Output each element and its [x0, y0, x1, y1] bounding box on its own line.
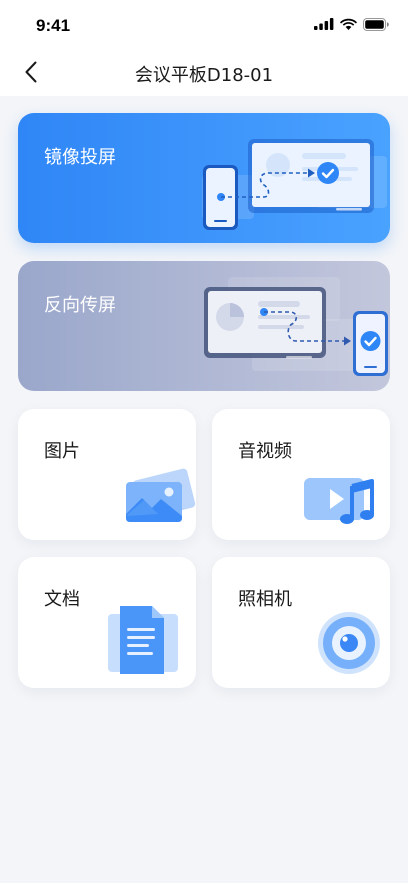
mirror-screen-card[interactable]: 镜像投屏 — [18, 113, 390, 243]
camera-tile[interactable]: 照相机 — [212, 557, 390, 688]
documents-tile[interactable]: 文档 — [18, 557, 196, 688]
video-music-icon — [304, 478, 374, 524]
audio-video-tile[interactable]: 音视频 — [212, 409, 390, 540]
battery-icon — [363, 17, 389, 31]
audio-video-label: 音视频 — [238, 441, 292, 462]
camera-icon — [318, 612, 380, 674]
status-icons — [314, 17, 390, 31]
signal-icon — [314, 18, 334, 30]
page-title: 会议平板D18-01 — [134, 65, 274, 86]
mirror-screen-label: 镜像投屏 — [44, 147, 116, 168]
camera-label: 照相机 — [238, 589, 292, 610]
reverse-screen-label: 反向传屏 — [44, 295, 116, 316]
mirror-screen-icon — [202, 139, 387, 230]
reverse-screen-icon — [204, 277, 388, 376]
status-time: 9:41 — [36, 16, 71, 35]
documents-label: 文档 — [44, 589, 80, 610]
photos-tile[interactable]: 图片 — [18, 409, 196, 540]
document-icon — [108, 606, 178, 674]
reverse-screen-card[interactable]: 反向传屏 — [18, 261, 390, 391]
photos-label: 图片 — [44, 441, 80, 462]
wifi-icon — [340, 18, 357, 30]
top-bar: 9:41 会议平板D18-01 — [0, 0, 408, 96]
photo-icon — [126, 468, 196, 522]
